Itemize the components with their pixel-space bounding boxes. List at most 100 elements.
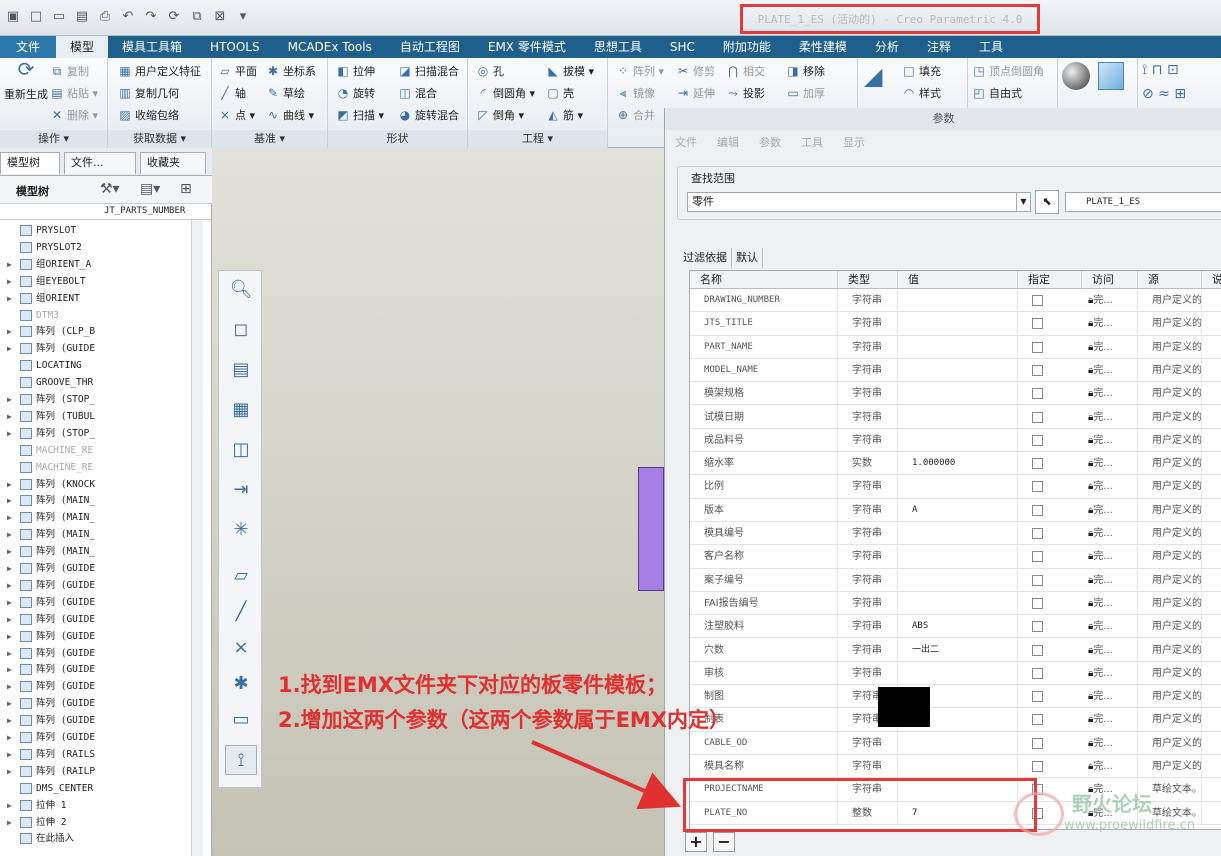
csys-display-icon[interactable]: ✱ xyxy=(225,669,257,699)
expand-icon[interactable]: ▶ xyxy=(7,594,12,611)
sweep-button[interactable]: ◩ 扫描 ▾ xyxy=(336,107,384,123)
parameter-row[interactable]: 审核 字符串 🔒︎完... 用户定义的 xyxy=(690,661,1221,686)
model-tree-scrollbar[interactable] xyxy=(191,220,203,856)
intersect-button[interactable]: ⋂ 相交 xyxy=(726,63,765,79)
save-icon[interactable]: ▤ xyxy=(73,8,91,26)
parameter-row[interactable]: DRAWING_NUMBER 字符串 🔒︎完... 用户定义的 xyxy=(690,289,1221,313)
shrinkwrap-button[interactable]: ▨ 收缩包络 xyxy=(118,107,179,123)
filter-default-tab[interactable]: 默认 xyxy=(732,248,763,268)
point-button[interactable]: × 点 ▾ xyxy=(218,107,255,123)
parameter-row[interactable]: 穴数 字符串 一出二 🔒︎完... 用户定义的 xyxy=(690,638,1221,662)
parameter-row[interactable]: 模架规格 字符串 🔒︎完... 用户定义的 xyxy=(690,382,1221,406)
delete-button[interactable]: ✕ 删除 ▾ xyxy=(50,107,98,123)
tab-13[interactable]: 工具 xyxy=(965,36,1017,58)
expand-icon[interactable]: ▶ xyxy=(7,290,12,307)
tree-item[interactable]: GROOVE_THR xyxy=(0,374,200,391)
customize-icon[interactable]: ▾ xyxy=(234,8,252,26)
designate-checkbox[interactable] xyxy=(1032,434,1043,446)
regenerate-icon[interactable]: ⟳ xyxy=(165,8,183,26)
param-value[interactable] xyxy=(898,382,1018,406)
tree-item[interactable]: LOCATING xyxy=(0,357,200,374)
project-button[interactable]: ⤳ 投影 xyxy=(726,85,765,101)
designate-checkbox[interactable] xyxy=(1032,318,1043,330)
parameter-row[interactable]: 成品料号 字符串 🔒︎完... 用户定义的 xyxy=(690,428,1221,453)
parameter-row[interactable]: 客户名称 字符串 🔒︎完... 用户定义的 xyxy=(690,545,1221,569)
fill-button[interactable]: □ 填充 xyxy=(902,63,941,79)
regenerate-button[interactable]: ⟳ 重新生成 xyxy=(4,59,48,102)
rib-button[interactable]: ◭ 筋 ▾ xyxy=(546,107,583,123)
param-value[interactable] xyxy=(898,568,1018,592)
tab-1[interactable]: 模型 xyxy=(56,36,109,58)
tree-item[interactable]: ▶ 阵列 (STOP_ xyxy=(0,391,200,408)
parameter-row[interactable]: 制图 字符串 🔒︎完... 用户定义的 xyxy=(690,685,1221,709)
designate-checkbox[interactable] xyxy=(1032,597,1043,609)
tree-item[interactable]: ▶ 阵列 (MAIN_ xyxy=(0,509,200,526)
tree-item[interactable]: ▶ 阵列 (CLP_B xyxy=(0,323,200,340)
col-description[interactable]: 说明 xyxy=(1202,271,1221,289)
tree-item[interactable]: MACHINE_RE xyxy=(0,459,200,476)
expand-icon[interactable]: ▶ xyxy=(7,560,12,577)
tree-item[interactable]: ▶ 阵列 (GUIDE xyxy=(0,611,200,628)
expand-icon[interactable]: ▶ xyxy=(7,543,12,560)
expand-icon[interactable]: ▶ xyxy=(7,661,12,678)
tab-folder-browser[interactable]: 文件... xyxy=(64,152,136,174)
show-icon[interactable]: ▤▾ xyxy=(140,181,160,197)
expand-icon[interactable]: ▶ xyxy=(7,526,12,543)
annotation-display-icon[interactable]: ▭ xyxy=(225,705,257,735)
expand-icon[interactable]: ▶ xyxy=(7,645,12,662)
tree-item[interactable]: MACHINE_RE xyxy=(0,442,200,459)
param-value[interactable] xyxy=(898,405,1018,429)
group-title-engineering[interactable]: 工程 ▾ xyxy=(468,130,607,148)
tree-item[interactable]: ▶ 阵列 (TUBUL xyxy=(0,408,200,425)
tree-item[interactable]: ▶ 组ORIENT xyxy=(0,290,200,307)
parameter-row[interactable]: 版本 字符串 A 🔒︎完... 用户定义的 xyxy=(690,498,1221,522)
model-plate-geometry[interactable] xyxy=(638,467,664,591)
appearance-sphere-icon[interactable] xyxy=(1062,62,1090,90)
param-value[interactable] xyxy=(898,312,1018,336)
parameter-row[interactable]: 注塑胶料 字符串 ABS 🔒︎完... 用户定义的 xyxy=(690,615,1221,639)
parameter-row[interactable]: 模具名称 字符串 🔒︎完... 用户定义的 xyxy=(690,755,1221,779)
expand-icon[interactable]: ▶ xyxy=(7,273,12,290)
col-value[interactable]: 值 xyxy=(898,271,1018,289)
tab-2[interactable]: 模具工具箱 xyxy=(108,36,196,58)
parameter-row[interactable]: JTS_TITLE 字符串 🔒︎完... 用户定义的 xyxy=(690,312,1221,336)
snapshot-icon[interactable]: ▦ xyxy=(225,395,257,425)
tree-item[interactable]: ▶ 阵列 (GUIDE xyxy=(0,560,200,577)
tree-item[interactable]: ▶ 阵列 (GUIDE xyxy=(0,678,200,695)
axis-display-icon[interactable]: ╱ xyxy=(225,597,257,627)
tree-item[interactable]: ▶ 阵列 (MAIN_ xyxy=(0,543,200,560)
designate-checkbox[interactable] xyxy=(1032,691,1043,703)
param-value[interactable] xyxy=(898,428,1018,452)
blend-button[interactable]: ◫ 混合 xyxy=(398,85,437,101)
tree-item[interactable]: ▶ 阵列 (GUIDE xyxy=(0,340,200,357)
parameter-row[interactable]: 案子编号 字符串 🔒︎完... 用户定义的 xyxy=(690,568,1221,592)
csys-button[interactable]: ✱ 坐标系 xyxy=(266,63,316,79)
tree-item[interactable]: PRYSLOT2 xyxy=(0,239,200,256)
dialog-menu-item[interactable]: 编辑 xyxy=(717,130,739,156)
extend-button[interactable]: ⇥ 延伸 xyxy=(676,85,715,101)
group-title-datum[interactable]: 基准 ▾ xyxy=(212,130,327,148)
reorient-icon[interactable]: ⇥ xyxy=(225,475,257,505)
group-title-get-data[interactable]: 获取数据 ▾ xyxy=(108,130,211,148)
tree-item[interactable]: ▶ 组ORIENT_A xyxy=(0,256,200,273)
tree-item[interactable]: ▶ 阵列 (GUIDE xyxy=(0,695,200,712)
copy-geometry-button[interactable]: ▥ 复制几何 xyxy=(118,85,179,101)
tree-item[interactable]: ▶ 阵列 (GUIDE xyxy=(0,661,200,678)
datum-display-icon[interactable]: ✳ xyxy=(225,515,257,545)
paste-button[interactable]: ▤ 粘贴 ▾ xyxy=(50,85,98,101)
designate-checkbox[interactable] xyxy=(1032,714,1043,726)
parameter-row[interactable]: MODEL_NAME 字符串 🔒︎完... 用户定义的 xyxy=(690,358,1221,383)
col-access[interactable]: 访问 xyxy=(1082,271,1138,289)
axis-button[interactable]: ╱ 轴 xyxy=(218,85,246,101)
copy-button[interactable]: ⧉ 复制 xyxy=(50,63,89,79)
param-value[interactable] xyxy=(898,289,1018,312)
expand-icon[interactable]: ▶ xyxy=(7,340,12,357)
zoom-icon[interactable]: 🔍︎ xyxy=(225,275,257,305)
designate-checkbox[interactable] xyxy=(1032,364,1043,376)
hole-button[interactable]: ◎ 孔 xyxy=(476,63,504,79)
designate-checkbox[interactable] xyxy=(1032,621,1043,633)
designate-checkbox[interactable] xyxy=(1032,761,1043,772)
undo-icon[interactable]: ↶ xyxy=(119,8,137,26)
measure-icon[interactable]: ⟟ ⊓ ⊡ xyxy=(1142,62,1179,78)
expand-icon[interactable]: ▶ xyxy=(7,695,12,712)
